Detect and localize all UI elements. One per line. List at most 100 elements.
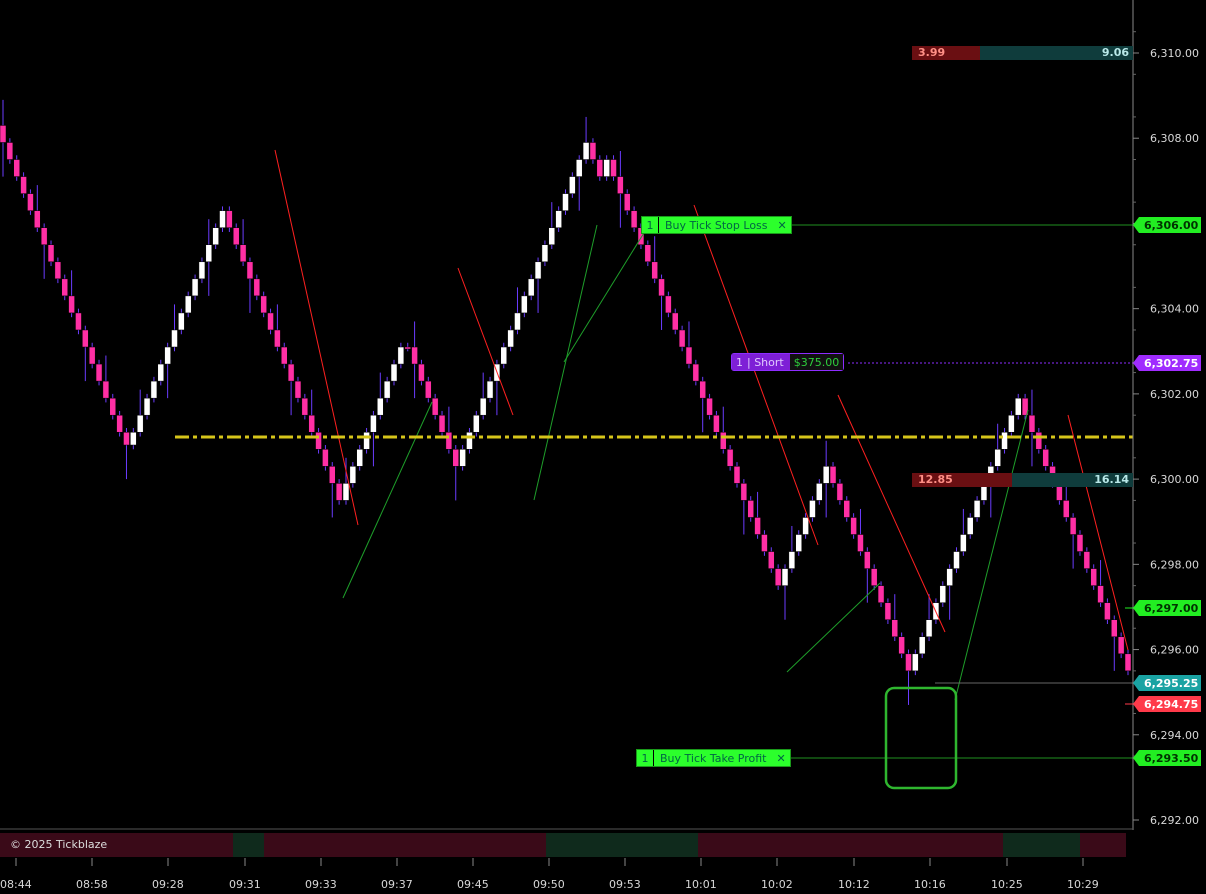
bull-candle	[575, 159, 583, 177]
bull-candle	[479, 397, 487, 416]
bear-candle	[768, 551, 775, 569]
range-box-right-value: 16.14	[1012, 473, 1133, 487]
time-tick-label: 08:58	[76, 878, 108, 891]
price-chart[interactable]: 6,310.00 6,308.00 6,306.00 6,304.00 6,302.00…	[0, 0, 1206, 894]
bear-candle	[315, 431, 322, 450]
bull-candle	[582, 142, 590, 160]
order-qty: 1	[637, 750, 654, 766]
bull-candle	[164, 346, 171, 365]
bull-candle	[953, 551, 960, 569]
bear-candle	[40, 227, 48, 245]
svg-text:6,306.00: 6,306.00	[1144, 219, 1199, 232]
bear-candle	[253, 278, 261, 297]
bear-candle	[260, 295, 267, 314]
close-icon[interactable]: ✕	[774, 219, 791, 232]
close-icon[interactable]: ✕	[772, 752, 789, 765]
bear-candle	[1097, 585, 1104, 603]
bull-candle	[555, 210, 562, 228]
price-tick-label: 6,302.00	[1150, 388, 1199, 401]
bull-candle	[507, 329, 514, 348]
range-box-left-value: 3.99	[912, 46, 980, 60]
price-tick-label: 6,304.00	[1150, 303, 1199, 316]
stop-loss-price-tag: 6,306.00	[1133, 217, 1201, 233]
bear-candle	[761, 534, 768, 552]
bull-candle	[178, 312, 185, 331]
bear-candle	[54, 261, 62, 280]
time-tick-label: 09:45	[457, 878, 489, 891]
bull-candle	[150, 380, 158, 399]
bear-candle	[589, 142, 597, 160]
position-label[interactable]: 1 | Short $375.00	[731, 353, 845, 371]
bear-candle	[411, 346, 418, 365]
bear-candle	[232, 227, 240, 245]
bear-candle	[829, 466, 837, 484]
bear-candle	[329, 466, 336, 484]
bull-candle	[205, 244, 213, 263]
bull-candle	[1008, 414, 1015, 433]
bear-candle	[685, 346, 693, 365]
position-qty: 1	[732, 354, 747, 370]
bull-candle	[781, 568, 789, 586]
bear-candle	[1028, 414, 1036, 433]
range-box-top: 3.99 9.06	[912, 46, 1133, 60]
bull-candle	[912, 653, 919, 672]
zigzag-segment	[533, 224, 598, 501]
session-strip	[0, 833, 1126, 857]
take-profit-price-tag: 6,293.50	[1133, 750, 1201, 766]
bull-candle	[370, 414, 377, 433]
bear-candle	[870, 568, 878, 586]
bear-candle	[109, 397, 117, 416]
bear-candle	[27, 193, 34, 211]
bull-candle	[466, 431, 473, 450]
bear-candle	[836, 483, 844, 501]
bull-candle	[143, 397, 151, 416]
bull-candle	[809, 500, 816, 518]
stop-loss-order[interactable]: 1 Buy Tick Stop Loss ✕	[641, 216, 792, 234]
bear-candle	[335, 483, 343, 501]
bull-candle	[603, 159, 610, 177]
time-tick-label: 09:53	[609, 878, 641, 891]
bear-candle	[665, 295, 672, 314]
bear-candle	[1104, 602, 1111, 620]
bull-candle	[816, 483, 823, 501]
bull-candle	[171, 329, 178, 348]
bear-candle	[75, 312, 82, 331]
price-tick-label: 6,292.00	[1150, 814, 1199, 827]
bear-candle	[287, 363, 295, 382]
bull-candle	[459, 449, 466, 467]
bear-candle	[239, 244, 247, 263]
take-profit-order[interactable]: 1 Buy Tick Take Profit ✕	[636, 749, 791, 767]
bear-candle	[68, 295, 75, 314]
bear-candle	[1111, 619, 1118, 638]
bear-candle	[281, 346, 288, 365]
bear-candle	[898, 636, 905, 655]
bear-candle	[226, 210, 233, 228]
time-tick-label: 09:50	[533, 878, 565, 891]
bear-candle	[754, 517, 761, 535]
bear-candle	[843, 500, 850, 518]
bull-candle	[1001, 431, 1008, 450]
zigzag-segment	[274, 149, 359, 526]
time-tick-label: 10:16	[914, 878, 946, 891]
bear-candle	[1117, 636, 1125, 655]
price-tick-label: 6,294.00	[1150, 729, 1199, 742]
time-tick-label: 09:37	[381, 878, 413, 891]
bull-candle	[377, 397, 384, 416]
bull-candle	[822, 466, 830, 484]
bear-candle	[672, 312, 679, 331]
bear-candle	[102, 380, 110, 399]
bear-candle	[1063, 500, 1070, 518]
bull-candle	[569, 176, 576, 194]
bear-candle	[713, 414, 720, 433]
bull-candle	[383, 380, 391, 399]
bull-candle	[397, 346, 405, 365]
time-tick-label: 09:28	[152, 878, 184, 891]
bull-candle	[157, 363, 165, 382]
time-tick-label: 10:12	[838, 878, 870, 891]
bull-candle	[946, 568, 953, 586]
bear-candle	[431, 397, 439, 416]
bear-candle	[733, 466, 741, 484]
time-tick-label: 10:25	[991, 878, 1023, 891]
copyright-text: © 2025 Tickblaze	[10, 838, 108, 851]
zigzag-segment	[693, 204, 819, 546]
